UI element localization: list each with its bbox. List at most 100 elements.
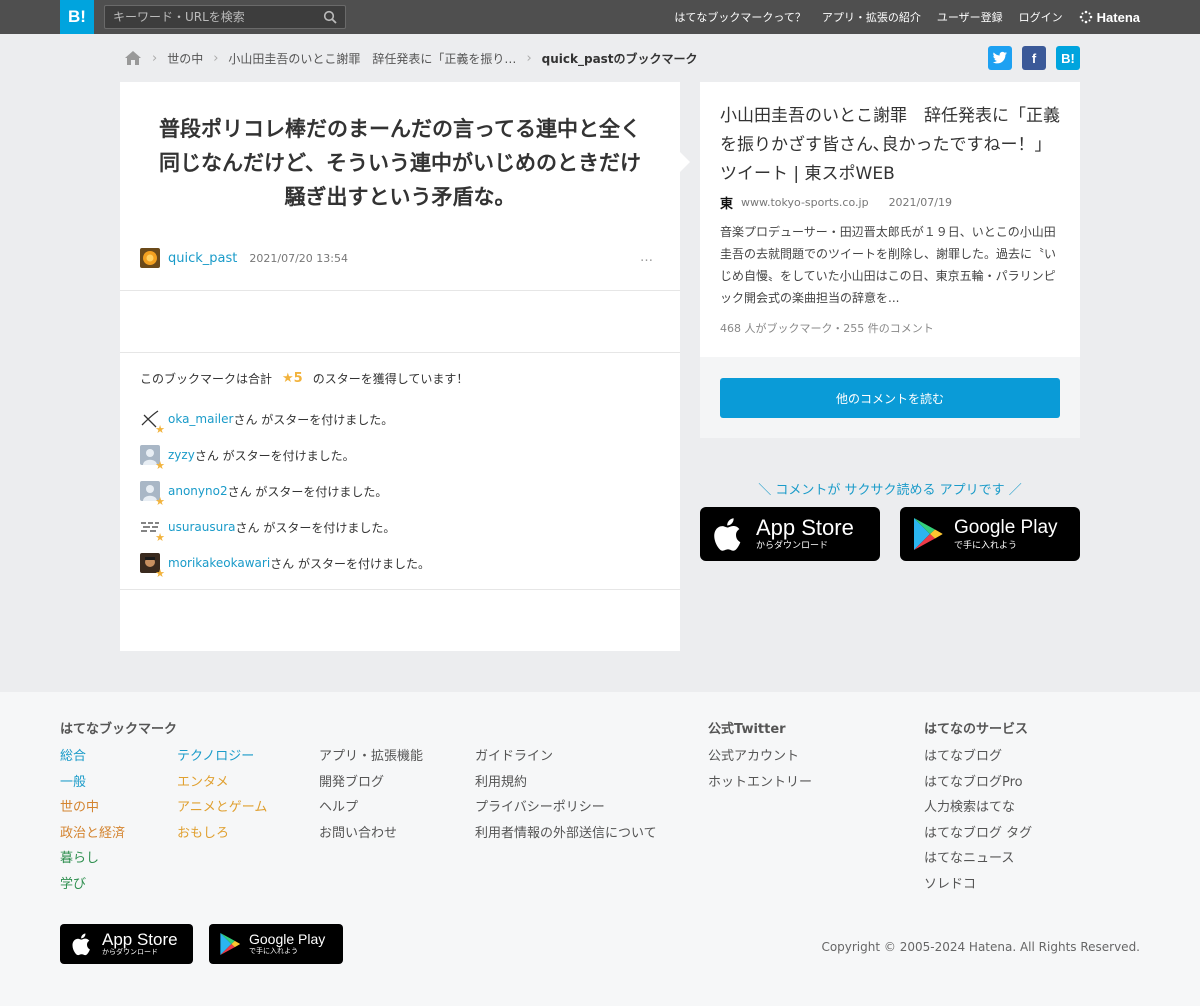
entry-domain[interactable]: www.tokyo-sports.co.jp	[741, 196, 869, 209]
stars-suffix: のスターを獲得しています！	[312, 372, 469, 386]
hatena-logo[interactable]: Hatena	[1079, 10, 1140, 25]
star-user[interactable]: usurausura	[168, 520, 236, 534]
app-store-sublabel: からダウンロード	[102, 948, 158, 956]
bookmark-card: 普段ポリコレ棒だのまーんだの言ってる連中と全く同じなんだけど、そういう連中がいじ…	[120, 82, 680, 651]
footer-twitter-links: 公式アカウント ホットエントリー	[708, 744, 812, 795]
star-user[interactable]: oka_mailer	[168, 412, 233, 426]
entry-card: 小山田圭吾のいとこ謝罪 辞任発表に「正義を振りかざす皆さん､良かったですねー！」…	[700, 82, 1080, 357]
footer-link[interactable]: はてなブログ タグ	[924, 821, 1032, 847]
home-icon[interactable]	[124, 50, 142, 66]
bookmark-comment: 普段ポリコレ棒だのまーんだの言ってる連中と全く同じなんだけど、そういう連中がいじ…	[159, 117, 641, 209]
footer-link[interactable]: 人力検索はてな	[924, 795, 1032, 821]
more-options-button[interactable]: …	[640, 250, 654, 265]
footer-link[interactable]: お問い合わせ	[319, 821, 423, 847]
app-store-sublabel: からダウンロード	[756, 540, 829, 550]
avatar[interactable]: ★	[140, 409, 165, 436]
breadcrumb-category[interactable]: 世の中	[167, 50, 203, 67]
footer-link[interactable]: 開発ブログ	[319, 770, 423, 796]
footer-link[interactable]: 利用規約	[475, 770, 657, 796]
star-text: さん がスターを付けました。	[270, 556, 430, 571]
footer-link[interactable]: 利用者情報の外部送信について	[475, 821, 657, 847]
footer-category-link[interactable]: 総合	[60, 744, 125, 770]
footer-link[interactable]: ヘルプ	[319, 795, 423, 821]
footer-category-link[interactable]: 暮らし	[60, 846, 125, 872]
footer-links-c: アプリ・拡張機能 開発ブログ ヘルプ お問い合わせ	[319, 744, 423, 846]
nav-apps[interactable]: アプリ・拡張の紹介	[822, 9, 921, 25]
hatena-dots-icon	[1079, 10, 1092, 24]
google-play-icon	[914, 518, 943, 550]
avatar[interactable]: ★	[140, 481, 165, 508]
search-input[interactable]	[113, 9, 313, 25]
footer: はてなブックマーク 総合 一般 世の中 政治と経済 暮らし 学び テクノロジー …	[0, 692, 1200, 1006]
bookmark-user[interactable]: quick_past	[168, 251, 237, 266]
footer-link[interactable]: はてなブログPro	[924, 770, 1032, 796]
footer-category-link[interactable]: 世の中	[60, 795, 125, 821]
bookmark-date[interactable]: 2021/07/20 13:54	[249, 252, 348, 265]
footer-category-link[interactable]: テクノロジー	[177, 744, 267, 770]
entry-counts[interactable]: 468 人がブックマーク・255 件のコメント	[720, 320, 934, 336]
app-promo-text: ＼ コメントが サクサク読める アプリです ／	[758, 483, 1022, 498]
avatar[interactable]: ★	[140, 553, 165, 580]
stars-prefix: このブックマークは合計	[140, 372, 273, 386]
entry-title[interactable]: 小山田圭吾のいとこ謝罪 辞任発表に「正義を振りかざす皆さん､良かったですねー！」…	[720, 102, 1065, 189]
star-text: さん がスターを付けました。	[194, 448, 355, 463]
footer-category-link[interactable]: 政治と経済	[60, 821, 125, 847]
star-row: ★ usurausura さん がスターを付けました。	[140, 516, 396, 544]
search-icon[interactable]	[323, 10, 337, 24]
app-store-badge[interactable]: App Store からダウンロード	[700, 507, 880, 561]
apple-icon	[72, 933, 90, 956]
google-play-sublabel: で手に入れよう	[954, 540, 1018, 550]
hatena-bookmark-logo[interactable]: B!	[60, 0, 94, 34]
star-user[interactable]: morikakeokawari	[168, 556, 270, 570]
footer-category-link[interactable]: エンタメ	[177, 770, 267, 796]
read-comments-button[interactable]: 他のコメントを読む	[720, 378, 1060, 418]
star-row: ★ oka_mailer さん がスターを付けました。	[140, 408, 393, 436]
entry-meta: 東 www.tokyo-sports.co.jp 2021/07/19	[720, 193, 952, 212]
search-box[interactable]	[104, 5, 346, 29]
divider	[120, 589, 680, 590]
footer-link[interactable]: はてなニュース	[924, 846, 1032, 872]
footer-category-link[interactable]: おもしろ	[177, 821, 267, 847]
footer-google-play-badge[interactable]: Google Play で手に入れよう	[209, 924, 343, 964]
footer-heading-services: はてなのサービス	[924, 722, 1029, 737]
divider	[120, 352, 680, 353]
facebook-share-button[interactable]: f	[1022, 46, 1046, 70]
footer-app-store-badge[interactable]: App Store からダウンロード	[60, 924, 193, 964]
footer-link[interactable]: プライバシーポリシー	[475, 795, 657, 821]
star-text: さん がスターを付けました。	[235, 520, 396, 535]
footer-link[interactable]: ホットエントリー	[708, 770, 812, 796]
nav-register[interactable]: ユーザー登録	[937, 9, 1003, 25]
hatena-bookmark-button[interactable]: B!	[1056, 46, 1080, 70]
chevron-right-icon: ›	[526, 50, 532, 66]
top-bar: B! はてなブックマークって？ アプリ・拡張の紹介 ユーザー登録 ログイン Ha…	[0, 0, 1200, 34]
star-row: ★ zyzy さん がスターを付けました。	[140, 444, 355, 472]
footer-link[interactable]: アプリ・拡張機能	[319, 744, 423, 770]
avatar[interactable]: ★	[140, 445, 165, 472]
breadcrumb-entry[interactable]: 小山田圭吾のいとこ謝罪 辞任発表に「正義を振り…	[228, 50, 516, 67]
avatar[interactable]	[140, 248, 160, 268]
google-play-label: Google Play	[954, 517, 1058, 538]
star-count[interactable]: ★5	[282, 371, 303, 386]
footer-link[interactable]: ソレドコ	[924, 872, 1032, 898]
twitter-share-button[interactable]	[988, 46, 1012, 70]
entry-date: 2021/07/19	[888, 196, 952, 209]
star-user[interactable]: anonyno2	[168, 484, 228, 498]
footer-link[interactable]: 公式アカウント	[708, 744, 812, 770]
copyright: Copyright © 2005-2024 Hatena. All Rights…	[821, 940, 1140, 954]
avatar[interactable]: ★	[140, 517, 165, 544]
footer-category-link[interactable]: 学び	[60, 872, 125, 898]
footer-category-link[interactable]: 一般	[60, 770, 125, 796]
nav-login[interactable]: ログイン	[1019, 9, 1063, 25]
chevron-right-icon: ›	[152, 50, 158, 66]
google-play-icon	[220, 933, 240, 955]
chevron-right-icon: ›	[213, 50, 219, 66]
google-play-badge[interactable]: Google Play で手に入れよう	[900, 507, 1080, 561]
footer-link[interactable]: ガイドライン	[475, 744, 657, 770]
footer-category-link[interactable]: アニメとゲーム	[177, 795, 267, 821]
star-user[interactable]: zyzy	[168, 448, 195, 462]
footer-heading-twitter: 公式Twitter	[708, 722, 786, 737]
footer-link[interactable]: はてなブログ	[924, 744, 1032, 770]
footer-links-d: ガイドライン 利用規約 プライバシーポリシー 利用者情報の外部送信について	[475, 744, 657, 846]
nav-about[interactable]: はてなブックマークって？	[674, 9, 805, 25]
google-play-label: Google Play	[249, 931, 326, 947]
